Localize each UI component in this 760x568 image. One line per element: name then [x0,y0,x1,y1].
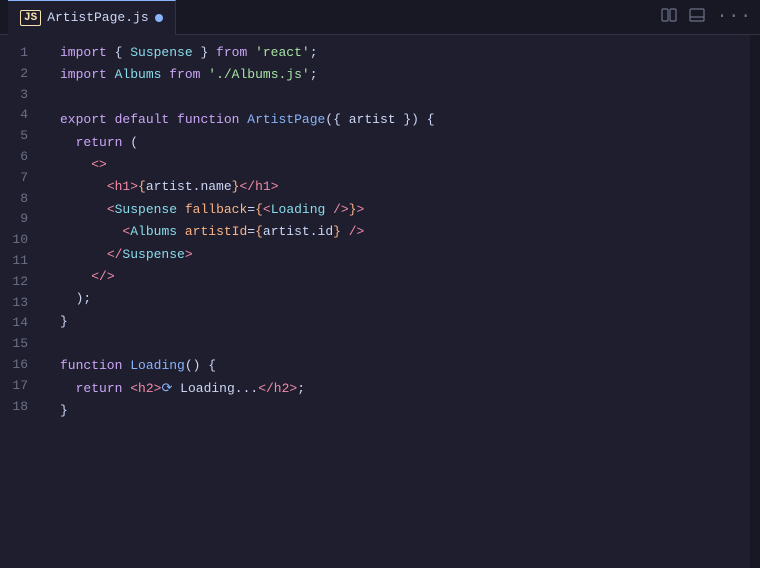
tab-bar: JS ArtistPage.js ··· [0,0,760,35]
line-num-16: 16 [0,355,36,376]
line-num-9: 9 [0,209,36,230]
line-num-8: 8 [0,189,36,210]
code-line-10: </Suspense> [52,245,750,267]
code-line-16: return <h2>⟳ Loading...</h2>; [52,379,750,401]
line-num-15: 15 [0,334,36,355]
code-line-12: ); [52,289,750,311]
line-num-11: 11 [0,251,36,272]
editor-window: JS ArtistPage.js ··· 1 2 [0,0,760,568]
line-num-14: 14 [0,313,36,334]
code-line-7: <h1>{artist.name}</h1> [52,177,750,199]
code-line-11: </> [52,267,750,289]
line-num-12: 12 [0,272,36,293]
code-line-1: import { Suspense } from 'react'; [52,43,750,65]
line-num-10: 10 [0,230,36,251]
code-line-4: export default function ArtistPage({ art… [52,110,750,132]
code-editor[interactable]: import { Suspense } from 'react'; import… [48,35,750,568]
line-num-6: 6 [0,147,36,168]
code-line-17: } [52,401,750,423]
line-num-3: 3 [0,85,36,106]
code-line-9: <Albums artistId={artist.id} /> [52,222,750,244]
scrollbar[interactable] [750,35,760,568]
code-line-5: return ( [52,133,750,155]
line-num-18: 18 [0,397,36,418]
toggle-panel-icon[interactable] [689,7,705,28]
line-num-2: 2 [0,64,36,85]
code-line-13: } [52,312,750,334]
code-line-18 [52,424,750,446]
line-num-1: 1 [0,43,36,64]
code-line-15: function Loading() { [52,356,750,378]
more-options-icon[interactable]: ··· [717,7,752,27]
line-num-4: 4 [0,105,36,126]
tab-filename: ArtistPage.js [47,10,148,25]
active-tab[interactable]: JS ArtistPage.js [8,0,176,35]
js-language-icon: JS [20,10,41,26]
line-num-5: 5 [0,126,36,147]
line-num-17: 17 [0,376,36,397]
line-num-7: 7 [0,168,36,189]
line-numbers: 1 2 3 4 5 6 7 8 9 10 11 12 13 14 15 16 1… [0,35,48,568]
toolbar-right: ··· [661,7,752,28]
code-line-3 [52,88,750,110]
code-line-8: <Suspense fallback={<Loading />}> [52,200,750,222]
editor-area: 1 2 3 4 5 6 7 8 9 10 11 12 13 14 15 16 1… [0,35,760,568]
code-line-2: import Albums from './Albums.js'; [52,65,750,87]
code-line-6: <> [52,155,750,177]
split-editor-icon[interactable] [661,7,677,28]
code-line-14 [52,334,750,356]
unsaved-indicator [155,14,163,22]
line-num-13: 13 [0,293,36,314]
